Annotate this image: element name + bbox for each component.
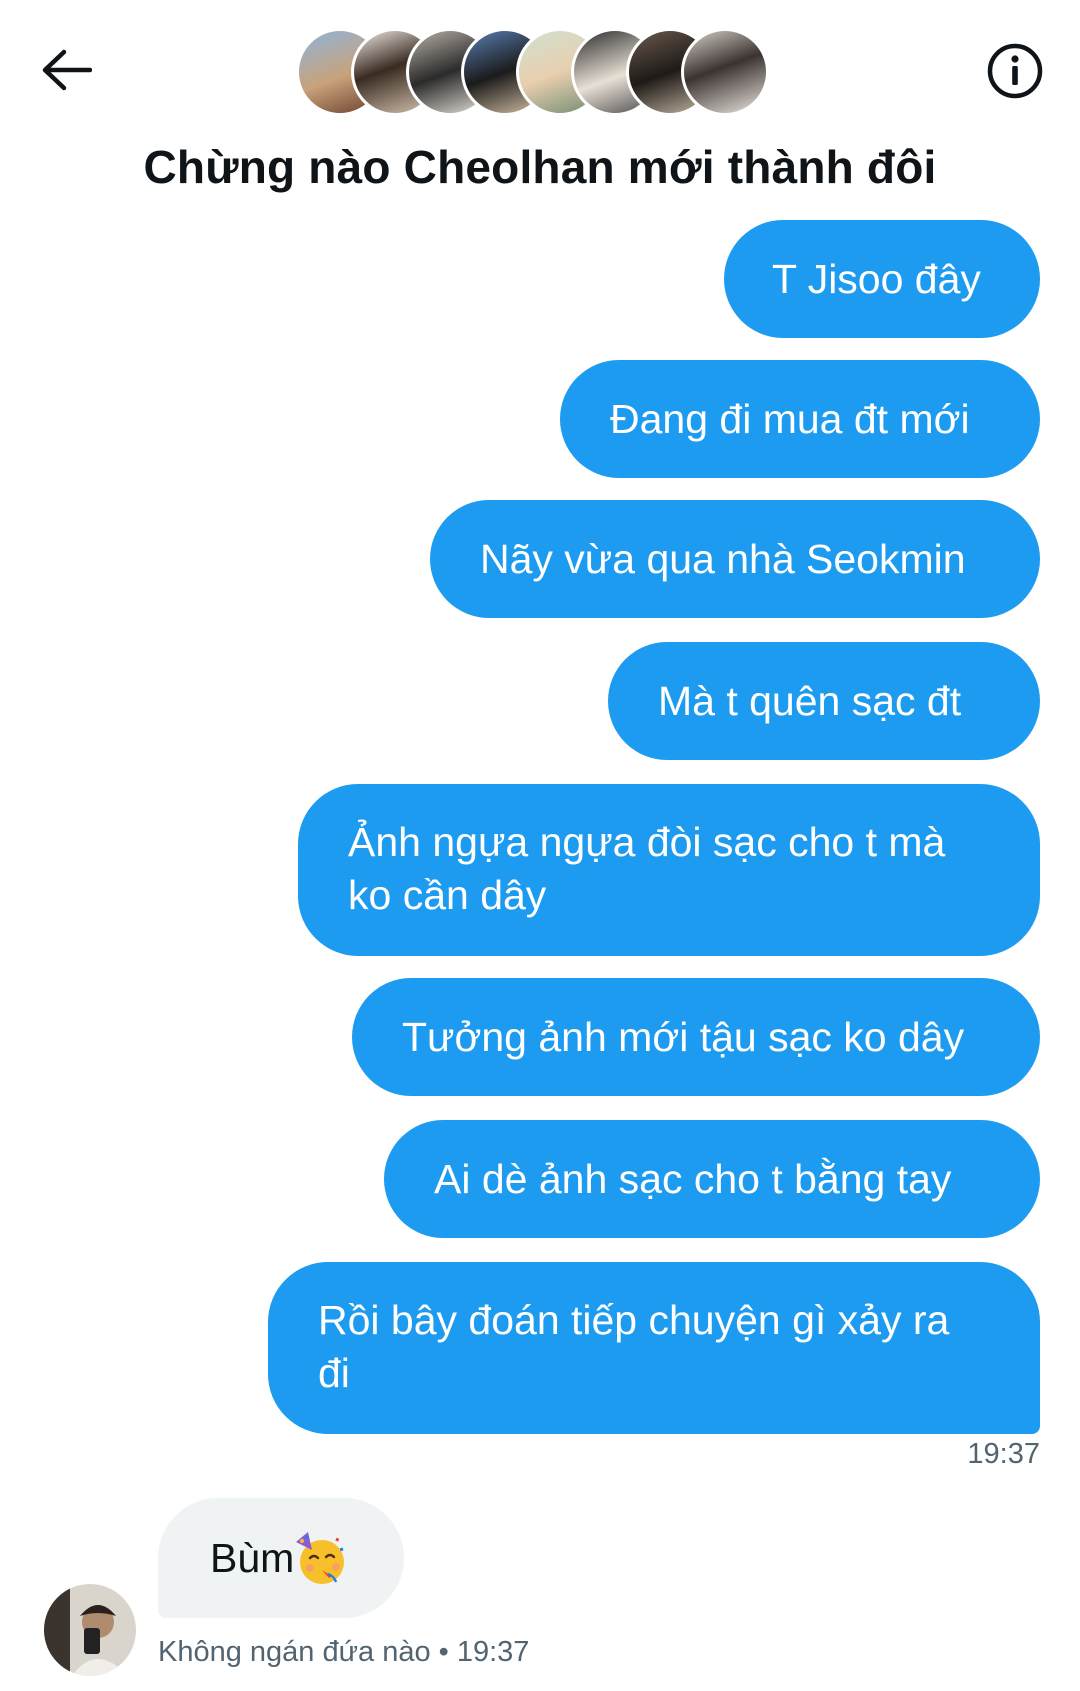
- sender-avatar[interactable]: [44, 1584, 136, 1676]
- info-circle-icon: [987, 43, 1043, 99]
- message-text: Ai dè ảnh sạc cho t bằng tay: [434, 1155, 952, 1202]
- message-timestamp: 19:37: [967, 1438, 1040, 1470]
- message-text: T Jisoo đây: [772, 255, 981, 302]
- avatar: [44, 1584, 136, 1676]
- message-text: Mà t quên sạc đt: [658, 677, 962, 724]
- message-text: Tưởng ảnh mới tậu sạc ko dây: [402, 1013, 965, 1060]
- sent-message[interactable]: Rồi bây đoán tiếp chuyện gì xảy ra đi: [268, 1262, 1040, 1434]
- info-button[interactable]: [984, 40, 1046, 102]
- back-button[interactable]: [36, 40, 96, 100]
- avatar: [681, 28, 769, 116]
- received-message[interactable]: Bùm: [158, 1498, 404, 1618]
- message-text: Bùm: [210, 1534, 295, 1581]
- sent-message[interactable]: Ai dè ảnh sạc cho t bằng tay: [384, 1120, 1040, 1238]
- sent-message[interactable]: Mà t quên sạc đt: [608, 642, 1040, 760]
- message-text: Nãy vừa qua nhà Seokmin: [480, 535, 966, 582]
- message-text: Rồi bây đoán tiếp chuyện gì xảy ra đi: [318, 1297, 950, 1396]
- partying-face-emoji: [296, 1532, 345, 1584]
- group-avatars[interactable]: [296, 28, 796, 116]
- sent-message[interactable]: T Jisoo đây: [724, 220, 1040, 338]
- sent-message[interactable]: Nãy vừa qua nhà Seokmin: [430, 500, 1040, 618]
- conversation-title[interactable]: Chừng nào Cheolhan mới thành đôi: [0, 136, 1080, 198]
- message-text: Ảnh ngựa ngựa đòi sạc cho t mà ko cần dâ…: [348, 819, 946, 918]
- sent-message[interactable]: Tưởng ảnh mới tậu sạc ko dây: [352, 978, 1040, 1096]
- sent-message[interactable]: Đang đi mua đt mới: [560, 360, 1040, 478]
- received-message-meta: Không ngán đứa nào • 19:37: [158, 1636, 530, 1668]
- message-text: Đang đi mua đt mới: [610, 395, 970, 442]
- sent-message[interactable]: Ảnh ngựa ngựa đòi sạc cho t mà ko cần dâ…: [298, 784, 1040, 956]
- arrow-left-icon: [42, 49, 92, 91]
